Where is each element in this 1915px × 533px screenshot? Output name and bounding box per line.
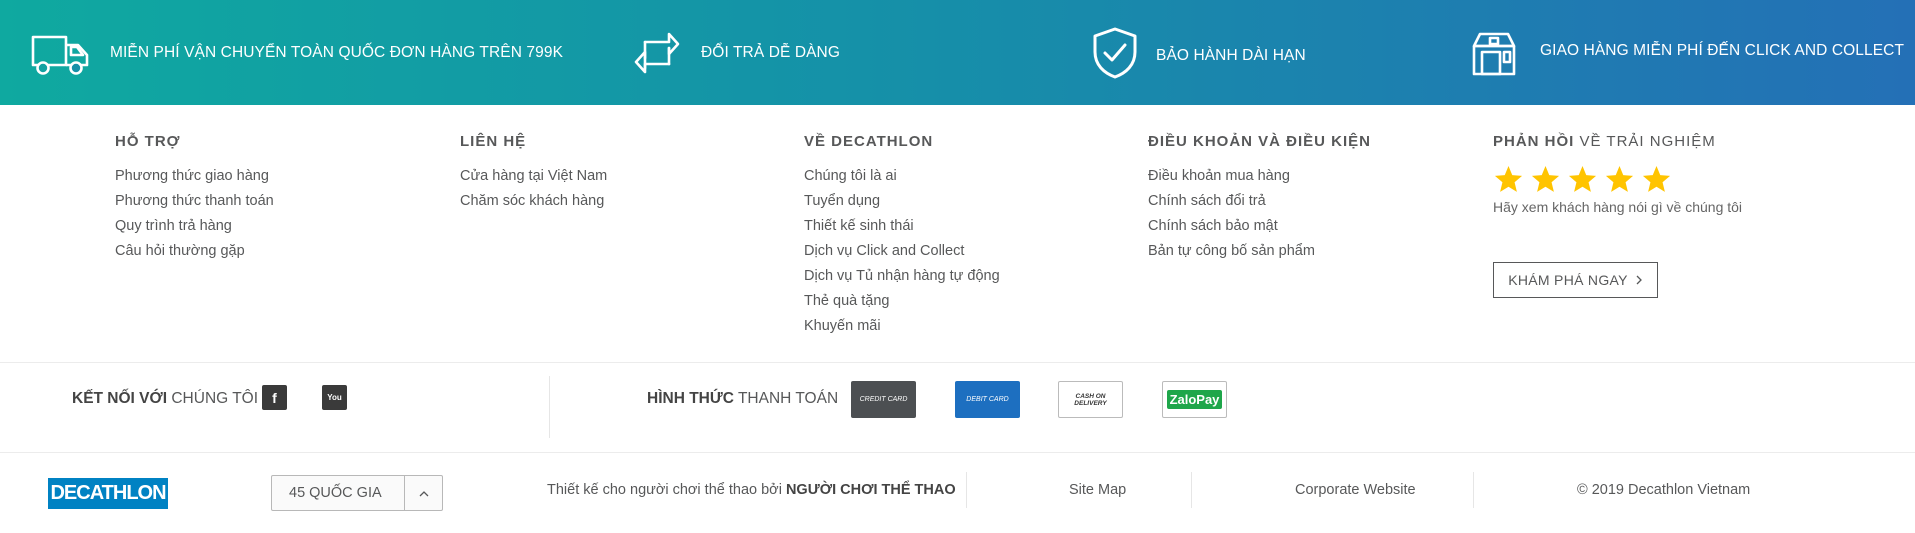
divider: [1473, 472, 1474, 508]
facebook-glyph: f: [272, 389, 277, 406]
star-icon: [1605, 165, 1634, 192]
benefits-bar: MIỄN PHÍ VẬN CHUYỂN TOÀN QUỐC ĐƠN HÀNG T…: [0, 0, 1915, 105]
divider: [0, 362, 1915, 363]
benefit-free-shipping[interactable]: MIỄN PHÍ VẬN CHUYỂN TOÀN QUỐC ĐƠN HÀNG T…: [30, 0, 563, 105]
payment-label: HÌNH THỨC THANH TOÁN: [647, 390, 838, 408]
payment-method: ZaloPay: [1166, 390, 1223, 409]
chevron-right-icon: [1636, 275, 1642, 285]
connect-label: KẾT NỐI VỚI CHÚNG TÔI: [72, 390, 258, 408]
button-label: KHÁM PHÁ NGAY: [1508, 272, 1628, 288]
truck-icon: [31, 35, 89, 75]
country-selector[interactable]: 45 QUỐC GIA: [271, 475, 443, 511]
footer-link[interactable]: Dịch vụ Tủ nhận hàng tự động: [804, 264, 1000, 289]
benefit-label: ĐỔI TRẢ DỄ DÀNG: [701, 43, 841, 61]
benefit-warranty[interactable]: BẢO HÀNH DÀI HẠN: [1091, 0, 1306, 105]
footer-link[interactable]: Thiết kế sinh thái: [804, 214, 1000, 239]
connect-label-light: CHÚNG TÔI: [171, 390, 259, 407]
facebook-icon[interactable]: f: [262, 385, 287, 410]
payment-label-light: THANH TOÁN: [737, 390, 839, 407]
exchange-icon: [634, 32, 680, 73]
footer-column-support: HỖ TRỢ Phương thức giao hàng Phương thức…: [115, 133, 274, 264]
footer-link[interactable]: Tuyển dụng: [804, 189, 1000, 214]
footer-link[interactable]: Điều khoản mua hàng: [1148, 164, 1371, 189]
footer-link[interactable]: Chúng tôi là ai: [804, 164, 1000, 189]
star-icon: [1642, 165, 1671, 192]
star-icon: [1531, 165, 1560, 192]
zalopay-icon: ZaloPay: [1162, 381, 1227, 418]
copyright: © 2019 Decathlon Vietnam: [1577, 482, 1751, 498]
footer-column-terms: ĐIỀU KHOẢN VÀ ĐIỀU KIỆN Điều khoản mua h…: [1148, 133, 1371, 264]
decathlon-logo[interactable]: DECATHLON: [48, 478, 168, 509]
logo-text: DECATHLON: [50, 482, 166, 504]
title-light: VỀ TRẢI NGHIỆM: [1579, 133, 1716, 150]
footer-link[interactable]: Chăm sóc khách hàng: [460, 189, 607, 214]
link-list: Chúng tôi là ai Tuyển dụng Thiết kế sinh…: [804, 164, 1000, 339]
footer-link[interactable]: Quy trình trả hàng: [115, 214, 274, 239]
feedback-description: Hãy xem khách hàng nói gì về chúng tôi: [1493, 199, 1743, 215]
title-bold: PHẢN HỒI: [1493, 133, 1575, 150]
connect-label-bold: KẾT NỐI VỚI: [72, 390, 168, 407]
divider: [966, 472, 967, 508]
star-icon: [1494, 165, 1523, 192]
discover-now-button[interactable]: KHÁM PHÁ NGAY: [1493, 262, 1658, 298]
benefit-easy-return[interactable]: ĐỔI TRẢ DỄ DÀNG: [633, 0, 840, 105]
footer-link[interactable]: Cửa hàng tại Việt Nam: [460, 164, 607, 189]
footer-column-feedback: PHẢN HỒI VỀ TRẢI NGHIỆM Hãy xem khách hà…: [1493, 133, 1742, 215]
footer-link[interactable]: Phương thức thanh toán: [115, 189, 274, 214]
credit-card-icon: CREDIT CARD: [851, 381, 916, 418]
corporate-website-link[interactable]: Corporate Website: [1295, 482, 1416, 498]
country-value: 45 QUỐC GIA: [289, 485, 382, 501]
shield-check-icon: [1093, 27, 1137, 78]
site-map-link[interactable]: Site Map: [1069, 482, 1126, 498]
tagline-prefix: Thiết kế cho người chơi thể thao bởi: [547, 482, 782, 498]
footer-link[interactable]: Chính sách bảo mật: [1148, 214, 1371, 239]
benefit-label: BẢO HÀNH DÀI HẠN: [1156, 46, 1306, 64]
benefit-label: GIAO HÀNG MIỄN PHÍ ĐẾN CLICK AND COLLECT: [1540, 42, 1905, 59]
footer-link[interactable]: Phương thức giao hàng: [115, 164, 274, 189]
divider: [1191, 472, 1192, 508]
link-list: Phương thức giao hàng Phương thức thanh …: [115, 164, 274, 264]
rating-stars: [1493, 164, 1742, 195]
divider: [549, 376, 550, 438]
column-title: LIÊN HỆ: [460, 133, 527, 150]
footer-column-about: VỀ DECATHLON Chúng tôi là ai Tuyển dụng …: [804, 133, 1000, 339]
payment-method: CASH ON DELIVERY: [1074, 392, 1107, 407]
column-title: PHẢN HỒI VỀ TRẢI NGHIỆM: [1493, 133, 1742, 150]
payment-method: DEBIT CARD: [966, 396, 1009, 403]
debit-card-icon: DEBIT CARD: [955, 381, 1020, 418]
tagline: Thiết kế cho người chơi thể thao bởi NGƯ…: [547, 482, 956, 498]
payment-label-bold: HÌNH THỨC: [647, 390, 734, 407]
chevron-up-icon: [404, 476, 442, 510]
column-title: ĐIỀU KHOẢN VÀ ĐIỀU KIỆN: [1148, 133, 1372, 150]
youtube-icon[interactable]: You: [322, 385, 347, 410]
youtube-glyph: You: [327, 393, 342, 402]
footer-link[interactable]: Câu hỏi thường gặp: [115, 239, 274, 264]
benefit-label: MIỄN PHÍ VẬN CHUYỂN TOÀN QUỐC ĐƠN HÀNG T…: [110, 43, 564, 61]
footer-link[interactable]: Bản tự công bố sản phẩm: [1148, 239, 1371, 264]
column-title: VỀ DECATHLON: [804, 133, 934, 150]
footer-column-contact: LIÊN HỆ Cửa hàng tại Việt Nam Chăm sóc k…: [460, 133, 607, 214]
footer-link[interactable]: Dịch vụ Click and Collect: [804, 239, 1000, 264]
store-icon: [1472, 32, 1516, 75]
footer-link[interactable]: Thẻ quà tặng: [804, 289, 1000, 314]
footer-link[interactable]: Chính sách đổi trả: [1148, 189, 1371, 214]
star-icon: [1568, 165, 1597, 192]
link-list: Cửa hàng tại Việt Nam Chăm sóc khách hàn…: [460, 164, 607, 214]
footer-link[interactable]: Khuyến mãi: [804, 314, 1000, 339]
divider: [0, 452, 1915, 453]
benefit-click-collect[interactable]: GIAO HÀNG MIỄN PHÍ ĐẾN CLICK AND COLLECT: [1470, 0, 1904, 105]
column-title: HỖ TRỢ: [115, 133, 181, 150]
cash-on-delivery-icon: CASH ON DELIVERY: [1058, 381, 1123, 418]
link-list: Điều khoản mua hàng Chính sách đổi trả C…: [1148, 164, 1371, 264]
payment-method: CREDIT CARD: [859, 396, 908, 403]
tagline-bold: NGƯỜI CHƠI THỂ THAO: [785, 482, 956, 498]
